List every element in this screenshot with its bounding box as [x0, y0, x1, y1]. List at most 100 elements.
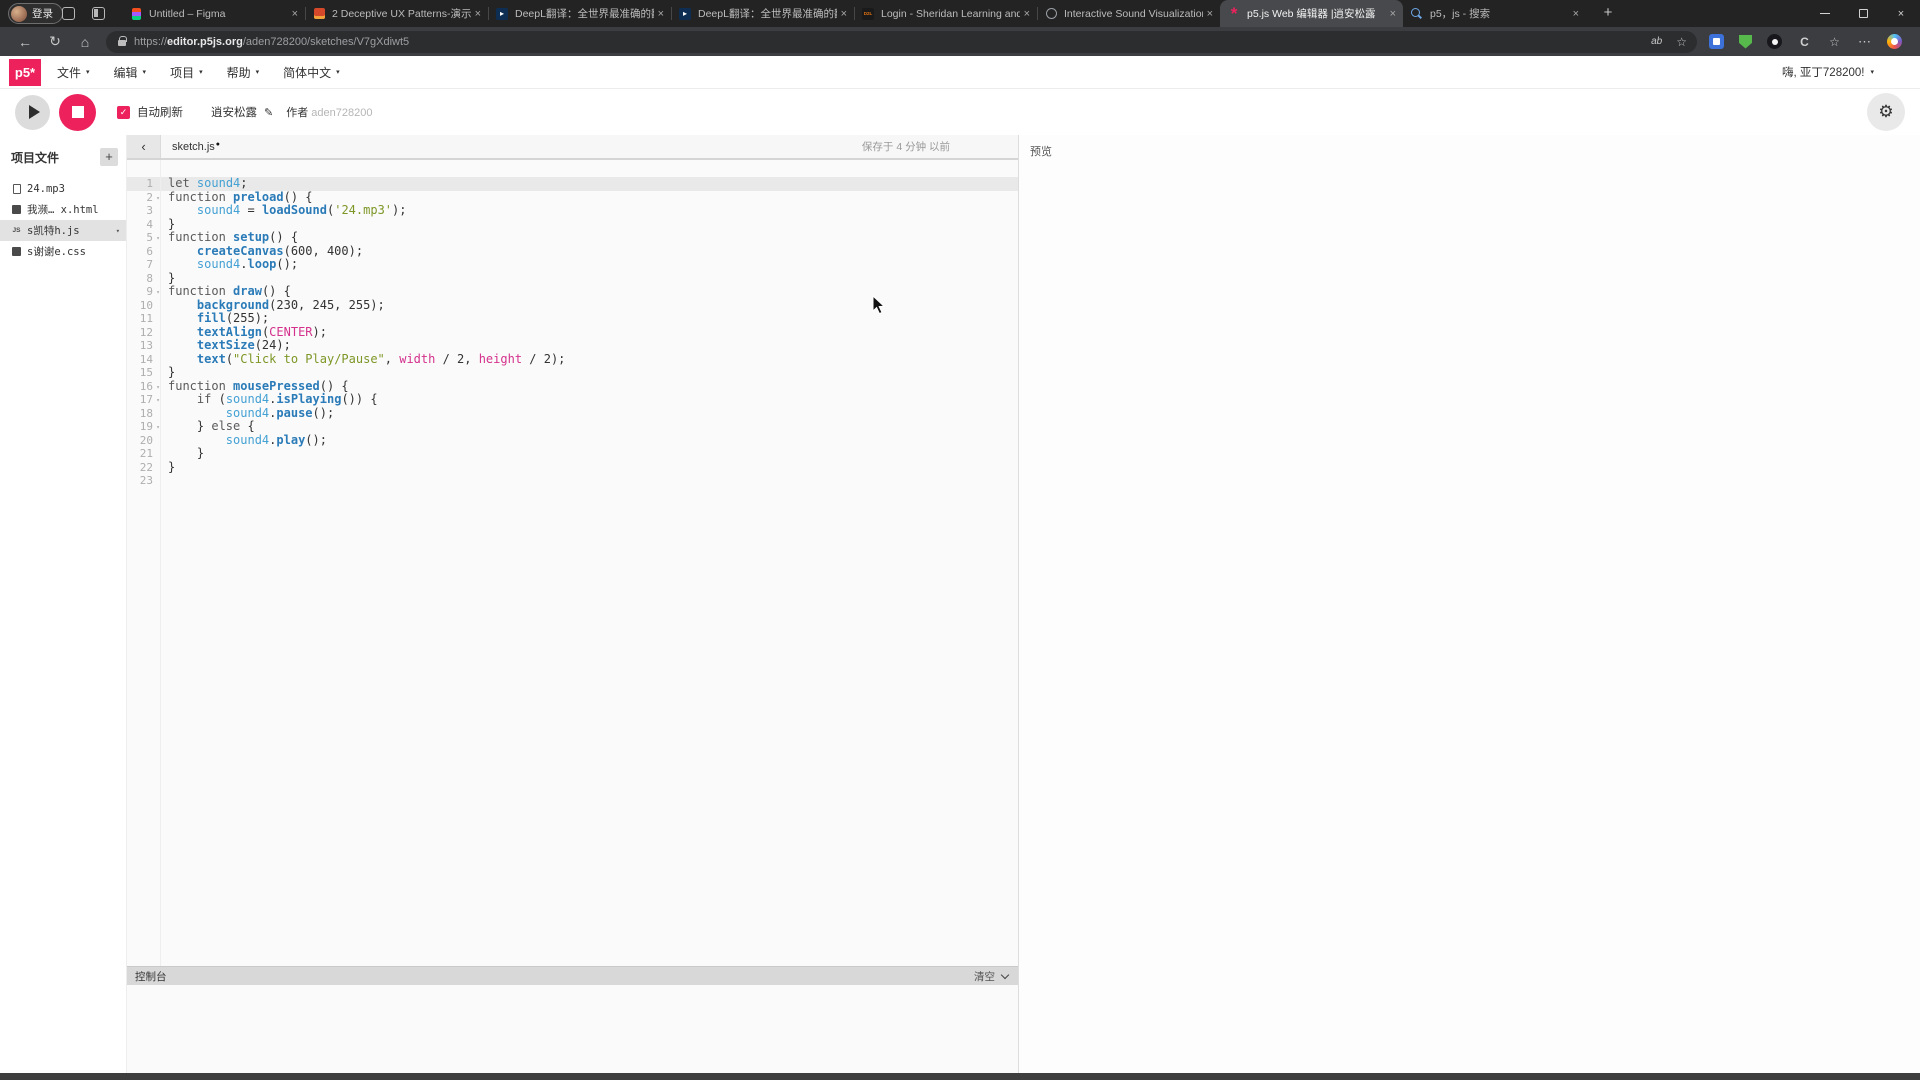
sketch-name[interactable]: 逍安松露 — [211, 104, 257, 120]
tab-close-icon[interactable]: × — [841, 8, 847, 20]
code-text: sound4.play(); — [163, 434, 327, 448]
copilot-icon[interactable] — [1887, 34, 1902, 49]
console-clear-button[interactable]: 清空 — [974, 969, 1008, 984]
refresh-icon[interactable]: ↻ — [40, 33, 70, 50]
browser-tab[interactable]: DeepL翻译：全世界最准确的翻译× — [671, 0, 854, 27]
code-line[interactable]: 5▾function setup() { — [127, 231, 1018, 245]
close-button[interactable]: × — [1882, 0, 1920, 27]
code-line[interactable]: 18 sound4.pause(); — [127, 407, 1018, 421]
file-item[interactable]: 我濒… x.html — [0, 199, 126, 220]
menu-简体中文[interactable]: 简体中文▾ — [283, 64, 340, 81]
fold-arrow-icon[interactable]: ▾ — [153, 420, 163, 434]
browser-tab[interactable]: p5，js - 搜索× — [1403, 0, 1586, 27]
edit-name-icon[interactable]: ✎ — [264, 106, 273, 119]
play-button[interactable] — [15, 95, 50, 130]
home-icon[interactable]: ⌂ — [70, 34, 100, 50]
browser-tab[interactable]: Interactive Sound Visualization Id × — [1037, 0, 1220, 27]
file-item[interactable]: JSs凯特h.js▾ — [0, 220, 126, 241]
line-number: 4 — [127, 218, 153, 232]
code-line[interactable]: 17▾ if (sound4.isPlaying()) { — [127, 393, 1018, 407]
code-line[interactable]: 7 sound4.loop(); — [127, 258, 1018, 272]
fold-arrow-icon[interactable]: ▾ — [153, 191, 163, 205]
add-file-button[interactable]: + — [100, 148, 118, 166]
address-bar[interactable]: https://editor.p5js.org/aden728200/sketc… — [106, 31, 1697, 53]
sidebar-title: 项目文件 — [11, 149, 100, 166]
code-text: } — [163, 366, 175, 380]
browser-tab[interactable]: Login - Sheridan Learning and Te× — [854, 0, 1037, 27]
tab-close-icon[interactable]: × — [292, 8, 298, 20]
code-line[interactable]: 16▾function mousePressed() { — [127, 380, 1018, 394]
fold-arrow-icon[interactable]: ▾ — [153, 285, 163, 299]
menu-项目[interactable]: 项目▾ — [170, 64, 203, 81]
browser-tab[interactable]: p5.js Web 编辑器 |逍安松露× — [1220, 0, 1403, 27]
fold-gutter — [153, 177, 163, 191]
p5-logo[interactable]: p5* — [9, 59, 41, 86]
auto-refresh-label[interactable]: 自动刷新 — [137, 104, 183, 120]
file-options-icon[interactable]: ▾ — [116, 227, 120, 235]
file-item[interactable]: s谢谢e.css — [0, 241, 126, 262]
minimize-button[interactable] — [1806, 0, 1844, 27]
tab-close-icon[interactable]: × — [1573, 8, 1579, 20]
code-line[interactable]: 8} — [127, 272, 1018, 286]
workspaces-icon[interactable] — [62, 7, 75, 20]
stop-button[interactable] — [59, 94, 96, 131]
menu-帮助[interactable]: 帮助▾ — [227, 64, 260, 81]
tab-close-icon[interactable]: × — [475, 8, 481, 20]
tab-close-icon[interactable]: × — [658, 8, 664, 20]
adblock-shield-icon[interactable] — [1739, 35, 1752, 49]
vertical-tabs-icon[interactable] — [92, 7, 105, 20]
fold-arrow-icon[interactable]: ▾ — [153, 380, 163, 394]
window-bottom-edge — [0, 1073, 1920, 1080]
code-line[interactable]: 6 createCanvas(600, 400); — [127, 245, 1018, 259]
code-line[interactable]: 3 sound4 = loadSound('24.mp3'); — [127, 204, 1018, 218]
code-line[interactable]: 19▾ } else { — [127, 420, 1018, 434]
settings-button[interactable]: ⚙ — [1867, 93, 1905, 131]
new-tab-button[interactable]: + — [1596, 2, 1620, 25]
code-line[interactable]: 12 textAlign(CENTER); — [127, 326, 1018, 340]
tab-title: 2 Deceptive UX Patterns-演示文稿 — [332, 6, 471, 21]
code-line[interactable]: 4} — [127, 218, 1018, 232]
browser-tab[interactable]: DeepL翻译：全世界最准确的翻译× — [488, 0, 671, 27]
browser-profile-button[interactable]: 登录 — [8, 3, 63, 24]
code-line[interactable]: 9▾function draw() { — [127, 285, 1018, 299]
tab-close-icon[interactable]: × — [1390, 8, 1396, 20]
code-line[interactable]: 14 text("Click to Play/Pause", width / 2… — [127, 353, 1018, 367]
fold-arrow-icon[interactable]: ▾ — [153, 231, 163, 245]
code-line[interactable]: 10 background(230, 245, 255); — [127, 299, 1018, 313]
tab-close-icon[interactable]: × — [1207, 8, 1213, 20]
browser-tab[interactable]: Untitled – Figma× — [122, 0, 305, 27]
favorite-star-icon[interactable]: ☆ — [1676, 35, 1687, 49]
translate-extension-icon[interactable] — [1709, 34, 1724, 49]
user-greeting[interactable]: 嗨, 亚丁728200! ▾ — [1782, 64, 1874, 80]
code-line[interactable]: 20 sound4.play(); — [127, 434, 1018, 448]
code-line[interactable]: 13 textSize(24); — [127, 339, 1018, 353]
dark-reader-extension-icon[interactable] — [1767, 34, 1782, 49]
restore-button[interactable] — [1844, 0, 1882, 27]
author-username[interactable]: aden728200 — [311, 107, 372, 119]
code-line[interactable]: 15} — [127, 366, 1018, 380]
extension-c-icon[interactable]: C — [1797, 34, 1812, 49]
read-aloud-icon[interactable]: ab — [1651, 36, 1662, 47]
back-icon[interactable]: ← — [10, 34, 40, 50]
tab-close-icon[interactable]: × — [1024, 8, 1030, 20]
collapse-sidebar-button[interactable]: ‹ — [127, 135, 161, 158]
code-line[interactable]: 1let sound4; — [127, 177, 1018, 191]
code-line[interactable]: 11 fill(255); — [127, 312, 1018, 326]
file-item[interactable]: 24.mp3 — [0, 178, 126, 199]
code-line[interactable]: 23 — [127, 474, 1018, 488]
open-file-tab[interactable]: sketch.js● — [172, 141, 220, 153]
browser-menu-icon[interactable]: ⋯ — [1857, 34, 1872, 49]
code-line[interactable]: 21 } — [127, 447, 1018, 461]
code-line[interactable]: 22} — [127, 461, 1018, 475]
fold-arrow-icon[interactable]: ▾ — [153, 393, 163, 407]
code-area[interactable]: 1let sound4;2▾function preload() {3 soun… — [127, 160, 1018, 966]
menu-label: 项目 — [170, 64, 194, 81]
menu-文件[interactable]: 文件▾ — [57, 64, 90, 81]
menu-编辑[interactable]: 编辑▾ — [114, 64, 147, 81]
browser-tab[interactable]: 2 Deceptive UX Patterns-演示文稿 × — [305, 0, 488, 27]
url-text[interactable]: https://editor.p5js.org/aden728200/sketc… — [134, 36, 409, 48]
collections-icon[interactable]: ☆ — [1827, 34, 1842, 49]
tab-title: Interactive Sound Visualization Id — [1064, 8, 1203, 20]
code-line[interactable]: 2▾function preload() { — [127, 191, 1018, 205]
auto-refresh-checkbox[interactable] — [117, 106, 130, 119]
